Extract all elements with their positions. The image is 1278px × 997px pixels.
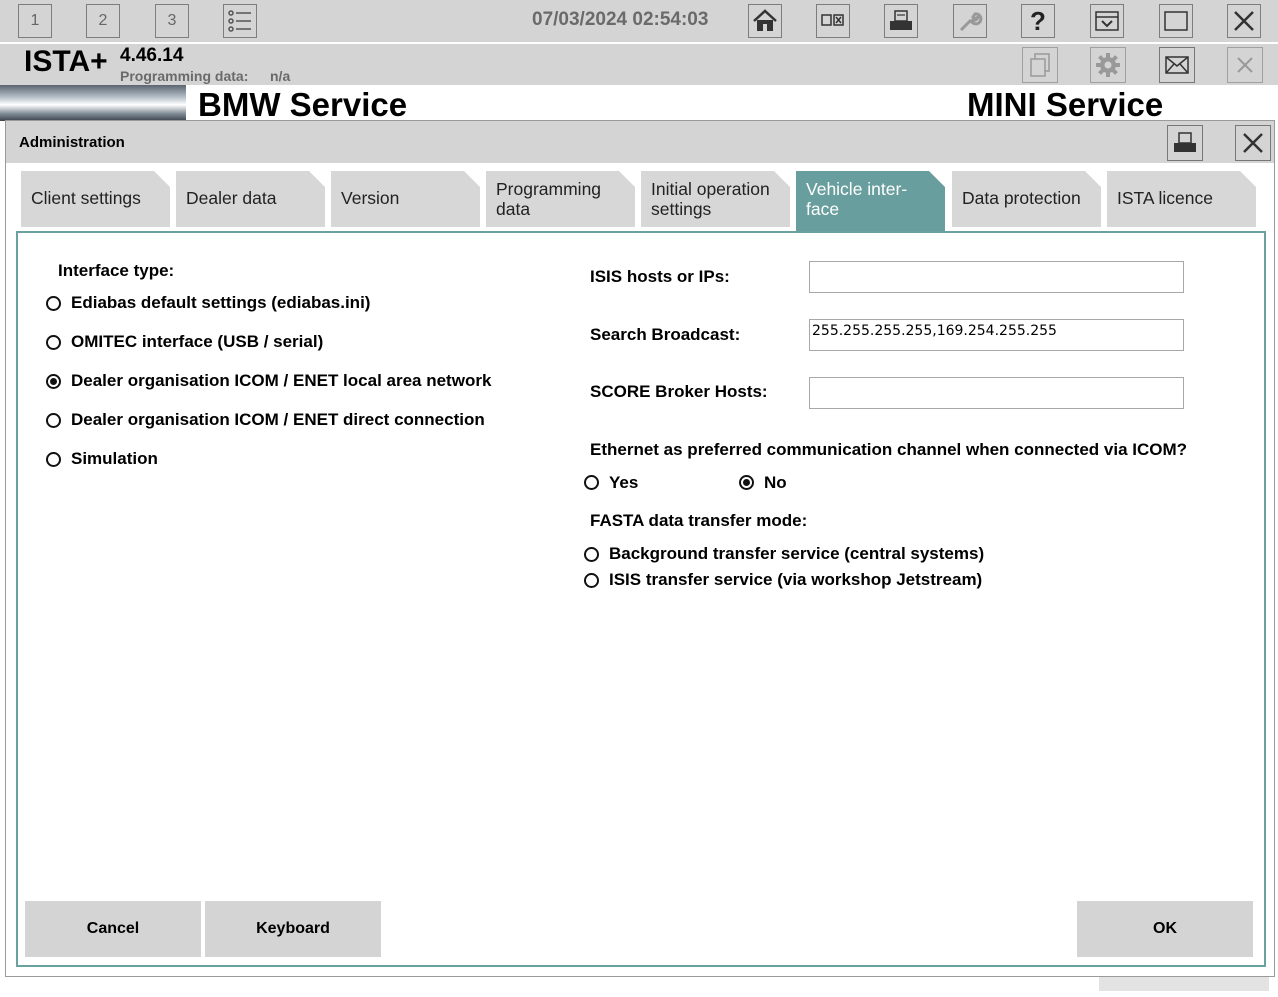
- option-ediabas-default-label[interactable]: Ediabas default settings (ediabas.ini): [71, 293, 370, 313]
- bottom-scroll-strip: [1099, 977, 1269, 991]
- option-omitec-label[interactable]: OMITEC interface (USB / serial): [71, 332, 323, 352]
- mini-service-title: MINI Service: [967, 86, 1164, 123]
- maximize-window-icon[interactable]: [1159, 4, 1193, 38]
- tab-data-protection[interactable]: Data protection: [952, 171, 1101, 227]
- fasta-isis-label[interactable]: ISIS transfer service (via workshop Jets…: [609, 570, 982, 590]
- fasta-mode-label: FASTA data transfer mode:: [590, 511, 808, 530]
- dialog-titlebar: Administration: [6, 121, 1274, 163]
- dialog-close-icon[interactable]: [1235, 125, 1271, 161]
- dialog-print-icon[interactable]: [1167, 125, 1203, 161]
- print-icon[interactable]: [884, 4, 918, 38]
- option-simulation-label[interactable]: Simulation: [71, 449, 158, 469]
- radio-simulation[interactable]: [46, 452, 61, 467]
- wrench-icon[interactable]: [953, 4, 987, 38]
- radio-omitec[interactable]: [46, 335, 61, 350]
- tab-label: Version: [341, 188, 400, 208]
- radio-ediabas-default[interactable]: [46, 296, 61, 311]
- datetime-display: 07/03/2024 02:54:03: [532, 9, 709, 30]
- ethernet-yes-label[interactable]: Yes: [609, 473, 638, 493]
- help-icon[interactable]: ?: [1021, 4, 1055, 38]
- app-version: 4.46.14: [120, 45, 184, 66]
- home-icon[interactable]: [748, 4, 782, 38]
- close-session-icon[interactable]: [1227, 47, 1263, 83]
- identify-vehicle-icon[interactable]: [816, 4, 850, 38]
- ok-button[interactable]: OK: [1077, 901, 1253, 957]
- top-toolbar: 1 2 3 07/03/2024 02:54:03 ?: [0, 0, 1278, 42]
- tab-label: Programming data: [496, 179, 602, 219]
- search-broadcast-label: Search Broadcast:: [590, 325, 741, 344]
- session-3-button[interactable]: 3: [155, 4, 189, 38]
- option-icom-lan-label[interactable]: Dealer organisation ICOM / ENET local ar…: [71, 371, 491, 391]
- mail-icon[interactable]: [1159, 47, 1195, 83]
- tab-label: Initial operation settings: [651, 179, 770, 219]
- app-brand: ISTA+: [24, 45, 108, 78]
- score-broker-input[interactable]: [809, 377, 1184, 409]
- dialog-title: Administration: [19, 134, 125, 151]
- radio-fasta-background[interactable]: [584, 547, 599, 562]
- list-icon[interactable]: [223, 4, 257, 38]
- banner-image: [0, 85, 186, 121]
- search-broadcast-input[interactable]: 255.255.255.255,169.254.255.255: [809, 319, 1184, 351]
- close-app-icon[interactable]: [1227, 4, 1261, 38]
- tab-dealer-data[interactable]: Dealer data: [176, 171, 325, 227]
- radio-fasta-isis[interactable]: [584, 573, 599, 588]
- tab-ista-licence[interactable]: ISTA licence: [1107, 171, 1256, 227]
- ethernet-question-label: Ethernet as preferred communication chan…: [590, 440, 1188, 459]
- interface-type-label: Interface type:: [58, 261, 175, 280]
- settings-gear-icon[interactable]: [1090, 47, 1126, 83]
- tab-client-settings[interactable]: Client settings: [21, 171, 170, 227]
- session-2-button[interactable]: 2: [86, 4, 120, 38]
- tab-version[interactable]: Version: [331, 171, 480, 227]
- tab-label: Data protection: [962, 188, 1081, 208]
- score-broker-label: SCORE Broker Hosts:: [590, 382, 768, 401]
- cancel-button[interactable]: Cancel: [25, 901, 201, 957]
- programming-data-label: Programming data:: [120, 68, 249, 84]
- keyboard-button[interactable]: Keyboard: [205, 901, 381, 957]
- radio-ethernet-yes[interactable]: [584, 475, 599, 490]
- tab-label: Vehicle inter- face: [806, 179, 908, 219]
- vehicle-interface-panel: Interface type: Ediabas default settings…: [16, 231, 1266, 967]
- isis-hosts-input[interactable]: [809, 261, 1184, 293]
- tab-label: Dealer data: [186, 188, 277, 208]
- radio-icom-direct[interactable]: [46, 413, 61, 428]
- option-icom-direct-label[interactable]: Dealer organisation ICOM / ENET direct c…: [71, 410, 485, 430]
- documents-icon[interactable]: [1022, 47, 1058, 83]
- tab-programming-data[interactable]: Programming data: [486, 171, 635, 227]
- ethernet-no-label[interactable]: No: [764, 473, 787, 493]
- radio-icom-lan[interactable]: [46, 374, 61, 389]
- tab-vehicle-interface[interactable]: Vehicle inter- face: [796, 171, 945, 231]
- tab-label: Client settings: [31, 188, 141, 208]
- fasta-background-label[interactable]: Background transfer service (central sys…: [609, 544, 984, 564]
- tab-initial-operation-settings[interactable]: Initial operation settings: [641, 171, 790, 227]
- radio-ethernet-no[interactable]: [739, 475, 754, 490]
- minimize-window-icon[interactable]: [1090, 4, 1124, 38]
- isis-hosts-label: ISIS hosts or IPs:: [590, 267, 730, 286]
- programming-data-value: n/a: [270, 68, 291, 84]
- bmw-service-title: BMW Service: [198, 86, 408, 123]
- session-1-button[interactable]: 1: [18, 4, 52, 38]
- tab-label: ISTA licence: [1117, 188, 1213, 208]
- administration-dialog: Administration Client settings Dealer da…: [5, 120, 1275, 977]
- app-header: ISTA+ 4.46.14 Programming data: n/a: [0, 44, 1278, 85]
